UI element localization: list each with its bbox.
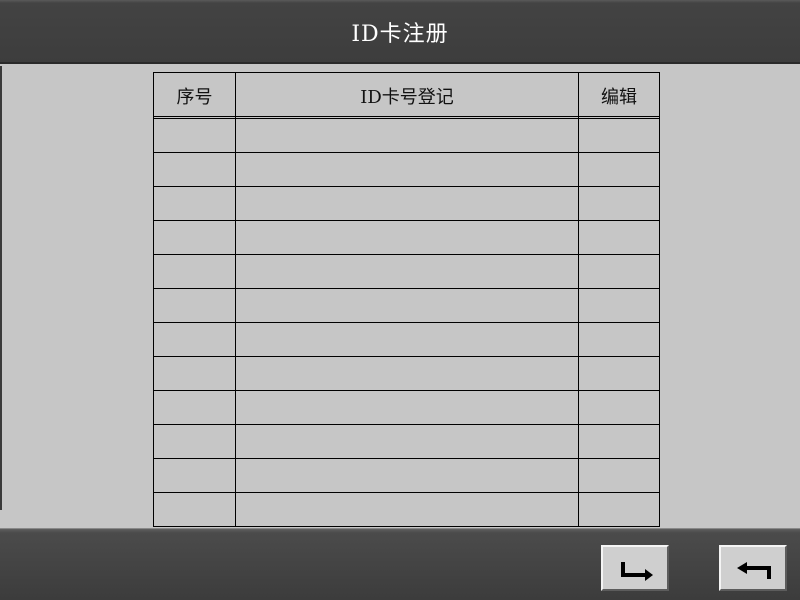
column-header-edit: 编辑 xyxy=(578,72,660,117)
enter-button[interactable] xyxy=(601,545,669,591)
cell-id-card[interactable] xyxy=(235,458,579,493)
cell-id-card[interactable] xyxy=(235,186,579,221)
cell-edit[interactable] xyxy=(578,390,660,425)
cell-index[interactable] xyxy=(153,220,236,255)
title-bar: ID卡注册 xyxy=(0,0,800,64)
cell-id-card[interactable] xyxy=(235,356,579,391)
cell-id-card[interactable] xyxy=(235,254,579,289)
cell-id-card[interactable] xyxy=(235,390,579,425)
cell-edit[interactable] xyxy=(578,322,660,357)
cell-edit[interactable] xyxy=(578,152,660,187)
column-header-id-card: ID卡号登记 xyxy=(235,72,579,117)
return-arrow-icon xyxy=(737,562,771,579)
table-row[interactable] xyxy=(153,254,660,289)
cell-id-card[interactable] xyxy=(235,424,579,459)
cell-edit[interactable] xyxy=(578,288,660,323)
cell-edit[interactable] xyxy=(578,492,660,527)
page-title: ID卡注册 xyxy=(351,22,449,47)
cell-index[interactable] xyxy=(153,424,236,459)
table-row[interactable] xyxy=(153,152,660,187)
enter-arrow-icon xyxy=(621,562,653,581)
cell-index[interactable] xyxy=(153,254,236,289)
cell-index[interactable] xyxy=(153,322,236,357)
cell-id-card[interactable] xyxy=(235,492,579,527)
cell-index[interactable] xyxy=(153,458,236,493)
cell-edit[interactable] xyxy=(578,424,660,459)
table-row[interactable] xyxy=(153,322,660,357)
cell-id-card[interactable] xyxy=(235,288,579,323)
footer-bar xyxy=(0,528,800,600)
cell-id-card[interactable] xyxy=(235,322,579,357)
cell-edit[interactable] xyxy=(578,220,660,255)
table-row[interactable] xyxy=(153,186,660,221)
table-row[interactable] xyxy=(153,424,660,459)
table-row[interactable] xyxy=(153,118,660,153)
left-frame-line xyxy=(0,66,2,510)
column-header-index: 序号 xyxy=(153,72,236,117)
cell-index[interactable] xyxy=(153,186,236,221)
cell-edit[interactable] xyxy=(578,356,660,391)
table-row[interactable] xyxy=(153,492,660,527)
cell-id-card[interactable] xyxy=(235,118,579,153)
id-card-table: 序号 ID卡号登记 编辑 xyxy=(153,72,660,527)
return-button[interactable] xyxy=(719,545,787,591)
cell-edit[interactable] xyxy=(578,458,660,493)
table-row[interactable] xyxy=(153,356,660,391)
cell-edit[interactable] xyxy=(578,254,660,289)
table-row[interactable] xyxy=(153,288,660,323)
cell-index[interactable] xyxy=(153,288,236,323)
table-row[interactable] xyxy=(153,458,660,493)
cell-index[interactable] xyxy=(153,492,236,527)
cell-index[interactable] xyxy=(153,118,236,153)
cell-edit[interactable] xyxy=(578,186,660,221)
cell-index[interactable] xyxy=(153,390,236,425)
cell-index[interactable] xyxy=(153,356,236,391)
cell-index[interactable] xyxy=(153,152,236,187)
cell-id-card[interactable] xyxy=(235,152,579,187)
table-row[interactable] xyxy=(153,390,660,425)
table-row[interactable] xyxy=(153,220,660,255)
cell-id-card[interactable] xyxy=(235,220,579,255)
cell-edit[interactable] xyxy=(578,118,660,153)
